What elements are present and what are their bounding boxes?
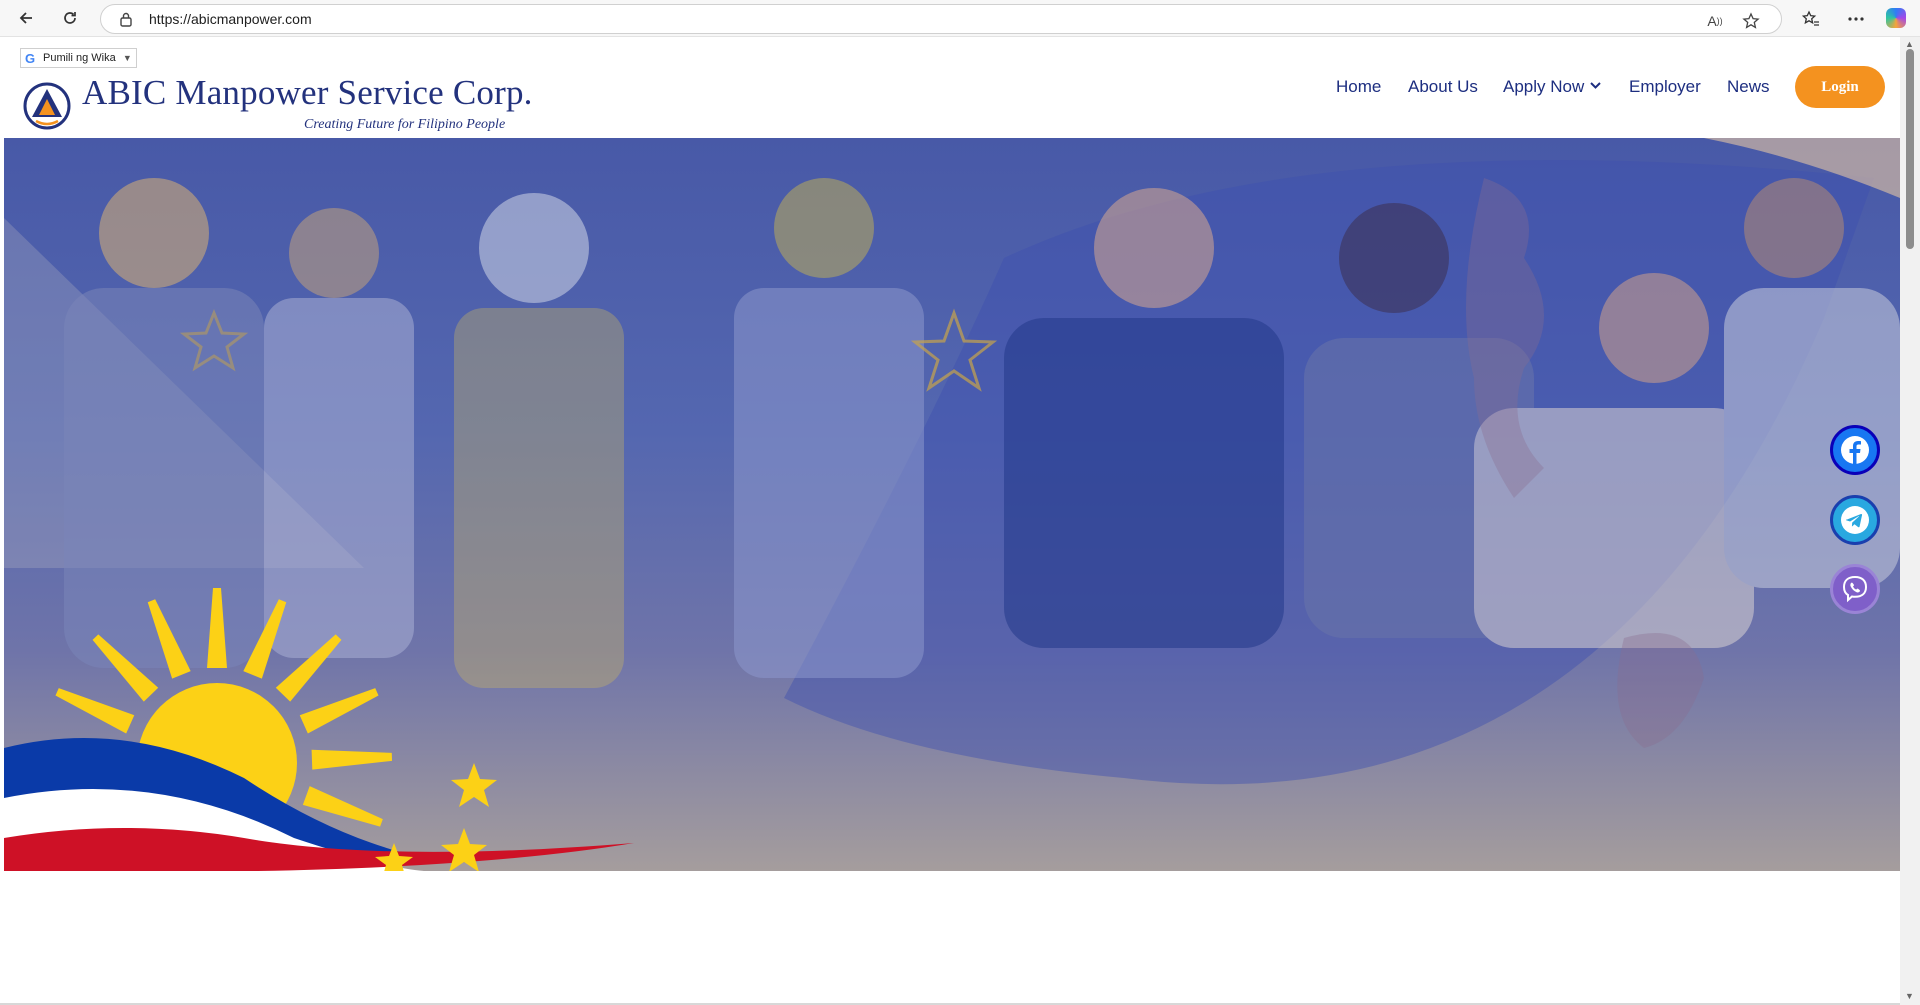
url-text: https://abicmanpower.com bbox=[149, 11, 312, 27]
star-icon bbox=[451, 763, 497, 807]
back-arrow-icon bbox=[19, 12, 32, 24]
nav-employer[interactable]: Employer bbox=[1629, 77, 1701, 97]
read-aloud-icon[interactable]: A)) bbox=[1705, 11, 1725, 31]
language-selector[interactable]: G Pumili ng Wika ▼ bbox=[20, 48, 137, 68]
site-header: G Pumili ng Wika ▼ ABIC Manpower Service… bbox=[0, 37, 1900, 137]
viber-button[interactable] bbox=[1830, 564, 1880, 614]
hero-banner bbox=[4, 138, 1900, 871]
nav-apply-now-label: Apply Now bbox=[1503, 77, 1585, 96]
scroll-thumb[interactable] bbox=[1906, 49, 1914, 249]
nav-apply-now[interactable]: Apply Now bbox=[1503, 77, 1601, 97]
telegram-icon bbox=[1841, 506, 1869, 534]
favorite-star-icon[interactable] bbox=[1741, 11, 1761, 31]
page-scrollbar[interactable]: ▲ ▼ bbox=[1900, 37, 1920, 1005]
browser-toolbar: https://abicmanpower.com A)) bbox=[0, 0, 1920, 37]
company-logo-icon[interactable] bbox=[22, 81, 72, 131]
refresh-icon bbox=[64, 12, 76, 24]
nav-about-us[interactable]: About Us bbox=[1408, 77, 1478, 97]
address-bar[interactable]: https://abicmanpower.com A)) bbox=[100, 4, 1782, 34]
scroll-up-arrow-icon[interactable]: ▲ bbox=[1905, 39, 1914, 49]
hero-artwork bbox=[4, 138, 1900, 871]
facebook-button[interactable] bbox=[1830, 425, 1880, 475]
telegram-button[interactable] bbox=[1830, 495, 1880, 545]
refresh-button[interactable] bbox=[58, 6, 82, 30]
dropdown-arrow-icon: ▼ bbox=[122, 53, 132, 63]
language-selector-label: Pumili ng Wika bbox=[43, 52, 116, 64]
favorites-icon[interactable] bbox=[1800, 8, 1822, 30]
more-options-icon[interactable] bbox=[1845, 8, 1867, 30]
login-button[interactable]: Login bbox=[1795, 66, 1885, 108]
star-icon bbox=[441, 828, 487, 871]
scroll-down-arrow-icon[interactable]: ▼ bbox=[1905, 991, 1914, 1001]
copilot-icon[interactable] bbox=[1886, 8, 1906, 28]
nav-home[interactable]: Home bbox=[1336, 77, 1381, 97]
back-button[interactable] bbox=[14, 6, 38, 30]
chevron-down-icon bbox=[1590, 79, 1601, 93]
brand-tagline: Creating Future for Filipino People bbox=[304, 117, 506, 132]
google-logo-icon: G bbox=[25, 51, 36, 66]
brand-name[interactable]: ABIC Manpower Service Corp. bbox=[82, 73, 533, 113]
viber-icon bbox=[1842, 575, 1868, 603]
facebook-icon bbox=[1841, 436, 1869, 464]
nav-news[interactable]: News bbox=[1727, 77, 1770, 97]
lock-icon bbox=[119, 11, 133, 32]
page-viewport: G Pumili ng Wika ▼ ABIC Manpower Service… bbox=[0, 37, 1920, 1005]
